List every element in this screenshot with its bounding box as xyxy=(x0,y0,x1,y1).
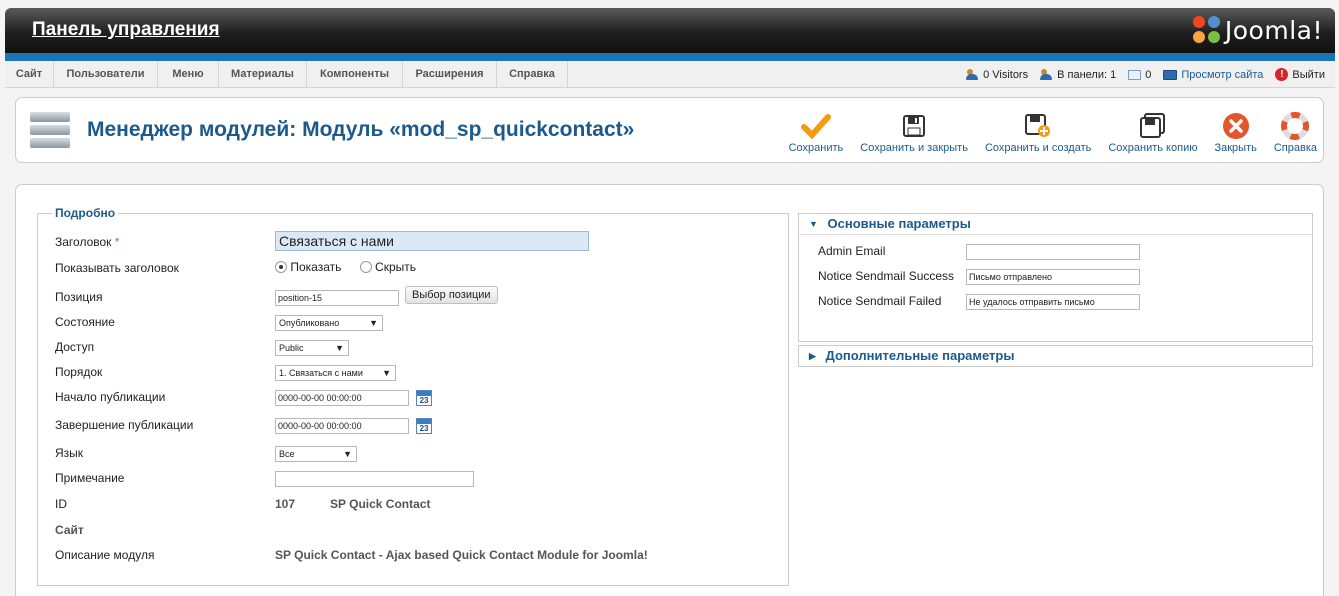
menu-item-users[interactable]: Пользователи xyxy=(54,61,158,88)
admin-email-input[interactable] xyxy=(966,244,1140,260)
publish-up-label: Начало публикации xyxy=(55,390,166,404)
calendar-icon[interactable]: 23 xyxy=(416,390,433,406)
client-label: Сайт xyxy=(55,523,84,537)
save-close-button[interactable]: Сохранить и закрыть xyxy=(860,110,968,154)
messages-status[interactable]: 0 xyxy=(1128,69,1151,81)
dropdown-arrow-icon: ▼ xyxy=(382,368,391,378)
access-select[interactable]: Public ▼ xyxy=(275,340,349,356)
title-input[interactable]: Связаться с нами xyxy=(275,231,589,251)
toolbar-box: Менеджер модулей: Модуль «mod_sp_quickco… xyxy=(15,97,1324,163)
joomla-mark-icon xyxy=(1192,16,1221,44)
select-position-button[interactable]: Выбор позиции xyxy=(405,286,498,304)
visitors-icon xyxy=(966,69,979,80)
toolbar: Сохранить Сохранить и закрыть Сохранить … xyxy=(789,110,1317,154)
edit-form-panel: Подробно Заголовок * Связаться с нами По… xyxy=(15,184,1324,596)
menu-item-components[interactable]: Компоненты xyxy=(307,61,403,88)
page-title: Менеджер модулей: Модуль «mod_sp_quickco… xyxy=(87,118,635,141)
publish-down-label: Завершение публикации xyxy=(55,418,194,432)
floppy-icon xyxy=(903,110,926,142)
visitors-status: 0 Visitors xyxy=(966,69,1028,81)
failed-label: Notice Sendmail Failed xyxy=(818,294,942,308)
description-label: Описание модуля xyxy=(55,548,155,562)
note-row xyxy=(275,471,474,487)
failed-input[interactable]: Не удалось отправить письмо xyxy=(966,294,1140,310)
id-value: 107 xyxy=(275,497,296,511)
dropdown-arrow-icon: ▼ xyxy=(343,449,352,459)
basic-params-header[interactable]: ▼ Основные параметры xyxy=(799,214,1312,235)
messages-icon xyxy=(1128,69,1142,80)
expanded-triangle-icon: ▼ xyxy=(809,219,818,229)
position-input: position-15 xyxy=(275,290,399,306)
success-label: Notice Sendmail Success xyxy=(818,269,955,283)
publish-up-row: 0000-00-00 00:00:00 23 xyxy=(275,390,433,406)
publish-down-input[interactable]: 0000-00-00 00:00:00 xyxy=(275,418,409,434)
menu-item-extensions[interactable]: Расширения xyxy=(403,61,497,88)
save-copy-button[interactable]: Сохранить копию xyxy=(1108,110,1197,154)
admins-icon xyxy=(1040,69,1053,80)
module-type-name: SP Quick Contact xyxy=(330,497,431,511)
order-select[interactable]: 1. Связаться с нами ▼ xyxy=(275,365,396,381)
save-button[interactable]: Сохранить xyxy=(789,110,843,154)
show-title-label: Показывать заголовок xyxy=(55,261,179,275)
menu-item-content[interactable]: Материалы xyxy=(219,61,307,88)
note-label: Примечание xyxy=(55,471,125,485)
joomla-logo: Joomla! xyxy=(1192,14,1323,46)
view-site-link[interactable]: Просмотр сайта xyxy=(1163,69,1263,81)
admin-header: Панель управления Joomla! xyxy=(5,8,1335,53)
dropdown-arrow-icon: ▼ xyxy=(369,318,378,328)
publish-down-row: 0000-00-00 00:00:00 23 xyxy=(275,418,433,434)
collapsed-triangle-icon: ▶ xyxy=(809,351,816,361)
state-select[interactable]: Опубликовано ▼ xyxy=(275,315,383,331)
advanced-params-header[interactable]: ▶ Дополнительные параметры xyxy=(799,346,1312,367)
close-icon xyxy=(1222,110,1250,142)
calendar-icon[interactable]: 23 xyxy=(416,418,433,434)
details-fieldset: Подробно Заголовок * Связаться с нами По… xyxy=(37,206,789,586)
status-bar: 0 Visitors В панели: 1 0 Просмотр сайта … xyxy=(966,61,1325,88)
hide-radio[interactable] xyxy=(359,261,372,273)
logout-link[interactable]: ! Выйти xyxy=(1275,68,1325,81)
floppy-plus-icon xyxy=(1025,110,1051,142)
show-title-radios: Показать Скрыть xyxy=(275,260,416,274)
save-new-button[interactable]: Сохранить и создать xyxy=(985,110,1091,154)
required-marker: * xyxy=(114,235,120,249)
order-label: Порядок xyxy=(55,365,103,379)
note-input[interactable] xyxy=(275,471,474,487)
advanced-params-panel: ▶ Дополнительные параметры xyxy=(798,345,1313,367)
joomla-wordmark: Joomla! xyxy=(1224,15,1323,45)
success-input[interactable]: Письмо отправлено xyxy=(966,269,1140,285)
description-value: SP Quick Contact - Ajax based Quick Cont… xyxy=(275,548,648,562)
title-label: Заголовок * xyxy=(55,235,120,249)
help-button[interactable]: Справка xyxy=(1274,110,1317,154)
lifebuoy-icon xyxy=(1281,110,1310,142)
access-label: Доступ xyxy=(55,340,95,354)
id-label: ID xyxy=(55,497,67,511)
details-legend: Подробно xyxy=(52,206,119,220)
monitor-icon xyxy=(1163,69,1178,80)
language-select[interactable]: Все ▼ xyxy=(275,446,357,462)
module-manager-icon xyxy=(30,110,70,150)
admin-email-label: Admin Email xyxy=(818,244,886,258)
position-field[interactable]: position-15 xyxy=(275,290,399,306)
show-radio[interactable] xyxy=(275,261,287,273)
language-label: Язык xyxy=(55,446,84,460)
close-button[interactable]: Закрыть xyxy=(1214,110,1257,154)
dropdown-arrow-icon: ▼ xyxy=(335,343,344,353)
publish-up-input[interactable]: 0000-00-00 00:00:00 xyxy=(275,390,409,406)
menu-item-help[interactable]: Справка xyxy=(497,61,568,88)
control-panel-link[interactable]: Панель управления xyxy=(32,19,220,41)
logout-icon: ! xyxy=(1275,68,1289,81)
menu-item-site[interactable]: Сайт xyxy=(5,61,54,88)
state-label: Состояние xyxy=(55,315,115,329)
basic-params-panel: ▼ Основные параметры Admin Email Notice … xyxy=(798,213,1313,342)
top-menu-bar: Сайт Пользователи Меню Материалы Компоне… xyxy=(5,61,1335,88)
admins-status: В панели: 1 xyxy=(1040,69,1116,81)
checkmark-icon xyxy=(800,110,831,142)
header-accent-bar xyxy=(5,53,1335,61)
position-label: Позиция xyxy=(55,290,103,304)
menu-item-menus[interactable]: Меню xyxy=(158,61,219,88)
floppy-copy-icon xyxy=(1139,110,1166,142)
